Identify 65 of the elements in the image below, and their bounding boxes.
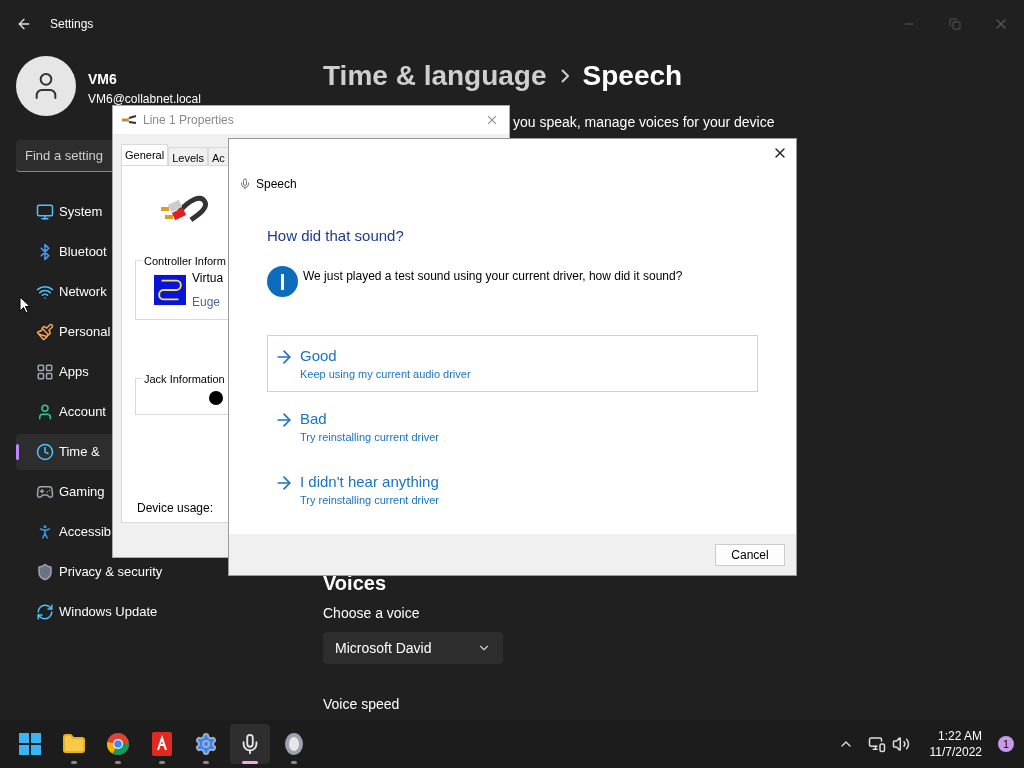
avatar bbox=[16, 56, 76, 116]
microphone-icon bbox=[239, 178, 251, 190]
controller-icon bbox=[154, 274, 186, 306]
clock-icon bbox=[36, 443, 54, 461]
network-icon[interactable] bbox=[867, 735, 886, 753]
user-email: VM6@collabnet.local bbox=[88, 90, 201, 108]
search-field[interactable]: Find a setting bbox=[16, 140, 112, 172]
voice-dropdown[interactable]: Microsoft David bbox=[323, 632, 503, 664]
breadcrumb-parent[interactable]: Time & language bbox=[323, 55, 547, 97]
jack-color-icon bbox=[209, 391, 223, 405]
document-icon bbox=[152, 732, 172, 756]
taskbar-button[interactable] bbox=[230, 724, 270, 764]
page-title: Speech bbox=[582, 59, 683, 93]
cursor-icon bbox=[19, 296, 31, 314]
option-button[interactable]: I didn't hear anything Try reinstalling current driver bbox=[267, 460, 758, 518]
monitor-icon bbox=[36, 203, 54, 221]
device-usage-label: Device usage: bbox=[137, 500, 214, 517]
nav-item[interactable]: Account bbox=[16, 394, 106, 430]
nav-item[interactable]: Accessib bbox=[16, 514, 112, 550]
controller-vendor[interactable]: Euge bbox=[192, 293, 221, 311]
shield-icon bbox=[36, 563, 54, 581]
section-heading: Voices bbox=[323, 571, 386, 595]
tab[interactable]: Ac bbox=[207, 147, 229, 165]
option-button[interactable]: Good Keep using my current audio driver bbox=[267, 334, 758, 392]
option-button[interactable]: Bad Try reinstalling current driver bbox=[267, 397, 758, 455]
nav-item[interactable]: Personal bbox=[16, 314, 111, 350]
speaker-icon bbox=[283, 732, 305, 756]
dialog-title: Speech bbox=[256, 176, 297, 193]
volume-icon[interactable] bbox=[891, 735, 910, 753]
clock-time[interactable]: 1:22 AM bbox=[937, 728, 982, 744]
tab[interactable]: Levels bbox=[168, 147, 208, 165]
dialog-heading: How did that sound? bbox=[267, 226, 405, 246]
browser-icon bbox=[106, 732, 130, 756]
chevron-icon bbox=[560, 69, 569, 83]
tab[interactable]: General bbox=[121, 144, 169, 165]
gamepad-icon bbox=[36, 483, 54, 501]
person-icon bbox=[36, 403, 54, 421]
nav-item[interactable]: Time & bbox=[16, 434, 112, 470]
clock-date[interactable]: 11/7/2022 bbox=[929, 744, 982, 760]
brush-icon bbox=[36, 323, 54, 341]
user-name: VM6 bbox=[88, 69, 118, 89]
folder-icon bbox=[62, 732, 86, 756]
notification-badge[interactable]: 1 bbox=[998, 736, 1014, 752]
wifi-icon bbox=[36, 283, 54, 301]
field-label: Voice speed bbox=[323, 695, 400, 714]
nav-item[interactable]: Network bbox=[16, 274, 107, 310]
dialog-message: We just played a test sound using your current driver, how did it sound? bbox=[303, 267, 683, 285]
window-title: Settings bbox=[50, 16, 94, 33]
nav-item[interactable]: Bluetoot bbox=[16, 234, 107, 270]
nav-item[interactable]: Gaming bbox=[16, 474, 105, 510]
info-icon bbox=[267, 265, 298, 297]
nav-item[interactable]: Privacy & security bbox=[16, 554, 163, 590]
windows-logo-icon bbox=[19, 733, 41, 755]
nav-item[interactable]: Apps bbox=[16, 354, 89, 390]
nav-item[interactable]: System bbox=[16, 194, 103, 230]
cancel-button[interactable]: Cancel bbox=[715, 543, 785, 566]
field-label: Choose a voice bbox=[323, 604, 420, 623]
gear-icon bbox=[194, 732, 218, 756]
nav-item[interactable]: Windows Update bbox=[16, 594, 158, 630]
update-icon bbox=[36, 603, 54, 621]
window-title: Line 1 Properties bbox=[143, 112, 234, 129]
back-icon[interactable] bbox=[16, 16, 32, 32]
page-description: you speak, manage voices for your device bbox=[513, 113, 775, 132]
apps-icon bbox=[36, 363, 54, 381]
controller-name: Virtua bbox=[192, 270, 224, 287]
